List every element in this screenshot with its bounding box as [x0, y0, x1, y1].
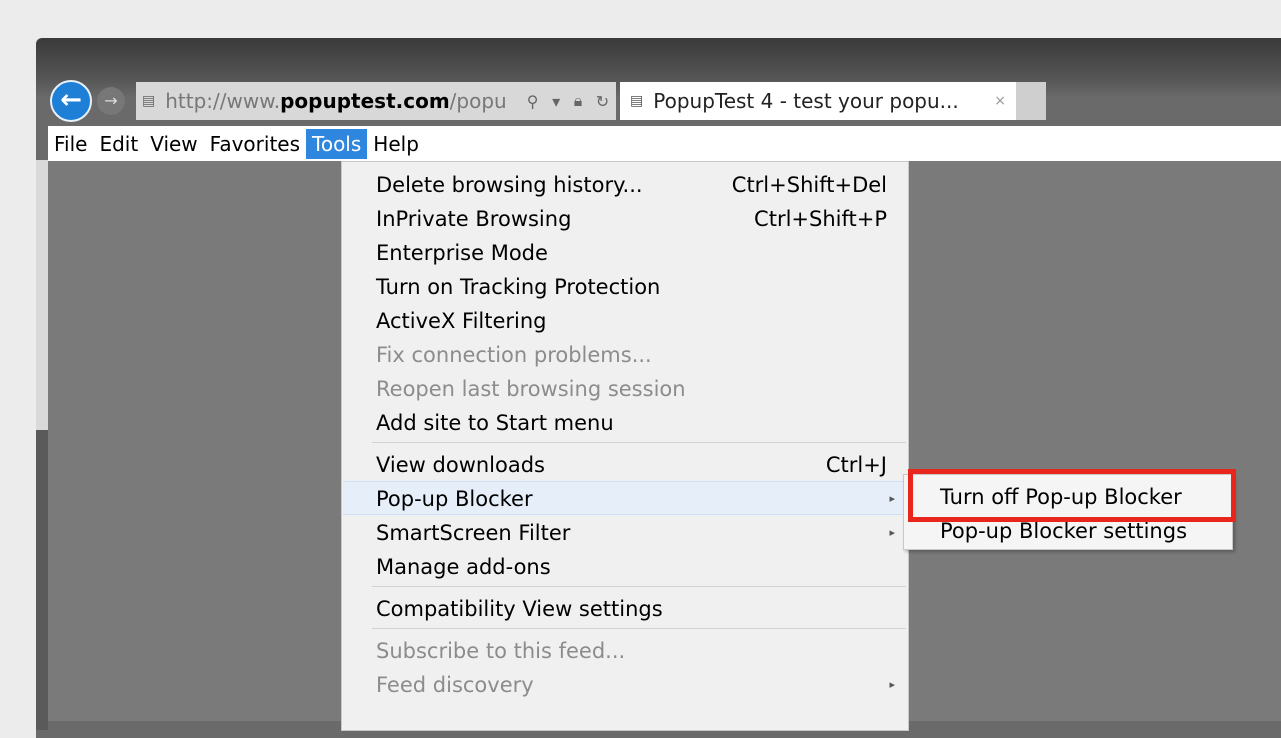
- page-icon: ▤: [142, 93, 156, 109]
- tab-page-icon: ▤: [630, 93, 644, 109]
- menu-item-label: InPrivate Browsing: [376, 207, 572, 231]
- forward-button[interactable]: →: [97, 87, 125, 115]
- tab-title: PopupTest 4 - test your popu...: [653, 89, 959, 113]
- menu-help[interactable]: Help: [367, 129, 425, 159]
- menu-item-label: View downloads: [376, 453, 545, 477]
- new-tab-area[interactable]: [1016, 82, 1046, 120]
- menu-item-label: Subscribe to this feed...: [376, 639, 626, 663]
- menu-item-label: Reopen last browsing session: [376, 377, 686, 401]
- submenu-arrow-icon: ▸: [889, 678, 895, 691]
- menu-item-shortcut: Ctrl+J: [825, 453, 887, 477]
- menu-item-feed-discovery: Feed discovery ▸: [343, 668, 907, 702]
- submenu-item-popup-blocker-settings[interactable]: Pop-up Blocker settings: [904, 514, 1232, 548]
- menu-file[interactable]: File: [48, 129, 93, 159]
- menu-item-label: Turn on Tracking Protection: [376, 275, 661, 299]
- menu-item-shortcut: Ctrl+Shift+Del: [731, 173, 887, 197]
- menu-item-shortcut: Ctrl+Shift+P: [754, 207, 887, 231]
- menu-item-view-downloads[interactable]: View downloads Ctrl+J: [343, 448, 907, 482]
- menu-tools[interactable]: Tools: [306, 128, 368, 159]
- menu-item-label: Feed discovery: [376, 673, 534, 697]
- back-button[interactable]: ←: [50, 80, 92, 122]
- menu-item-delete-history[interactable]: Delete browsing history... Ctrl+Shift+De…: [343, 168, 907, 202]
- menu-item-label: Fix connection problems...: [376, 343, 652, 367]
- menu-item-subscribe-feed: Subscribe to this feed...: [343, 634, 907, 668]
- tools-dropdown-menu: Delete browsing history... Ctrl+Shift+De…: [341, 161, 909, 731]
- url-suffix: /popu: [449, 89, 507, 113]
- menu-item-label: Manage add-ons: [376, 555, 551, 579]
- menu-item-manage-addons[interactable]: Manage add-ons: [343, 550, 907, 584]
- menu-view[interactable]: View: [144, 129, 203, 159]
- menu-item-inprivate[interactable]: InPrivate Browsing Ctrl+Shift+P: [343, 202, 907, 236]
- left-edge-panel-dark: [36, 430, 48, 730]
- menu-item-activex-filtering[interactable]: ActiveX Filtering: [343, 304, 907, 338]
- menu-item-reopen-session: Reopen last browsing session: [343, 372, 907, 406]
- browser-tab[interactable]: ▤ PopupTest 4 - test your popu... ×: [620, 82, 1016, 120]
- lock-icon[interactable]: 🔒︎: [574, 91, 583, 111]
- refresh-icon[interactable]: ↻: [596, 92, 609, 111]
- left-edge-panel: [36, 160, 48, 460]
- menu-item-enterprise-mode[interactable]: Enterprise Mode: [343, 236, 907, 270]
- menu-edit[interactable]: Edit: [93, 129, 144, 159]
- url-domain: popuptest.com: [280, 89, 450, 113]
- menu-separator: [372, 628, 906, 629]
- menu-favorites[interactable]: Favorites: [204, 129, 306, 159]
- forward-arrow-icon: →: [104, 91, 118, 110]
- menu-item-smartscreen[interactable]: SmartScreen Filter ▸: [343, 516, 907, 550]
- menu-item-label: Enterprise Mode: [376, 241, 548, 265]
- menu-item-label: Delete browsing history...: [376, 173, 643, 197]
- menu-item-label: Pop-up Blocker: [376, 487, 533, 511]
- dropdown-icon[interactable]: ▾: [552, 92, 560, 111]
- menu-item-label: Compatibility View settings: [376, 597, 663, 621]
- submenu-arrow-icon: ▸: [889, 526, 895, 539]
- menu-separator: [372, 586, 906, 587]
- menu-item-tracking-protection[interactable]: Turn on Tracking Protection: [343, 270, 907, 304]
- submenu-arrow-icon: ▸: [889, 492, 895, 505]
- tab-close-icon[interactable]: ×: [994, 93, 1006, 109]
- popup-blocker-submenu: Turn off Pop-up Blocker Pop-up Blocker s…: [903, 474, 1233, 550]
- url-prefix: http://www.: [165, 89, 281, 113]
- search-icon[interactable]: ⚲: [527, 92, 539, 111]
- menu-item-compatibility-view[interactable]: Compatibility View settings: [343, 592, 907, 626]
- back-arrow-icon: ←: [60, 85, 82, 115]
- menu-item-popup-blocker[interactable]: Pop-up Blocker ▸: [343, 481, 907, 515]
- menu-item-label: SmartScreen Filter: [376, 521, 571, 545]
- submenu-item-turn-off-popup-blocker[interactable]: Turn off Pop-up Blocker: [904, 480, 1232, 514]
- menu-item-label: ActiveX Filtering: [376, 309, 547, 333]
- menu-bar: File Edit View Favorites Tools Help: [48, 126, 1281, 161]
- address-controls: ⚲ ▾ 🔒︎ ↻: [520, 82, 616, 120]
- menu-item-label: Add site to Start menu: [376, 411, 614, 435]
- menu-item-add-to-start[interactable]: Add site to Start menu: [343, 406, 907, 440]
- menu-item-fix-connection: Fix connection problems...: [343, 338, 907, 372]
- menu-separator: [372, 442, 906, 443]
